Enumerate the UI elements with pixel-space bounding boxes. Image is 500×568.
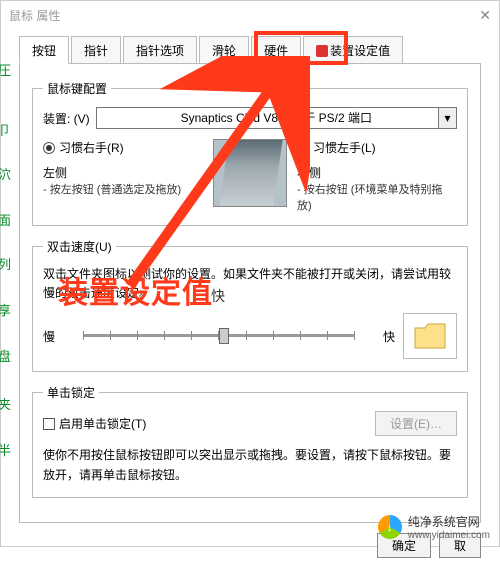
slider-thumb[interactable] [219, 328, 229, 344]
window-title: 鼠标 属性 [9, 7, 60, 24]
watermark-brand: 纯净系统官网 [408, 515, 480, 529]
slider-fast-label: 快 [383, 328, 395, 345]
clicklock-desc: 使你不用按住鼠标按钮即可以突出显示或拖拽。要设置，请按下鼠标按钮。要放开，请再单… [43, 446, 457, 484]
tab-label: 硬件 [264, 44, 288, 58]
left-side-title: 左侧 [43, 164, 203, 181]
tab-label: 装置设定值 [330, 44, 390, 58]
right-side-title: 右侧 [297, 164, 457, 181]
group-clicklock: 单击锁定 启用单击锁定(T) 设置(E)… 使你不用按住鼠标按钮即可以突出显示或… [32, 384, 468, 497]
synaptics-icon [316, 45, 328, 57]
tab-pointer[interactable]: 指针 [71, 36, 121, 64]
radio-icon [297, 142, 309, 154]
tab-label: 滑轮 [212, 44, 236, 58]
watermark-url: www.yidaimei.com [408, 530, 490, 541]
radio-label: 习惯右手(R) [59, 141, 124, 155]
doubleclick-slider[interactable]: 慢 快 [43, 320, 395, 352]
device-select[interactable]: Synaptics Cli d V8.1 位于 PS/2 端口 ▾ [96, 107, 457, 129]
watermark: 纯净系统官网 www.yidaimei.com [378, 513, 490, 541]
close-icon[interactable]: ✕ [479, 7, 491, 24]
radio-icon [43, 142, 55, 154]
doubleclick-test-folder-icon[interactable] [403, 313, 457, 359]
tab-label: 指针 [84, 44, 108, 58]
tab-label: 指针选项 [136, 44, 184, 58]
tab-device-settings[interactable]: 装置设定值 [303, 36, 403, 64]
device-value: Synaptics Cli d V8.1 位于 PS/2 端口 [181, 111, 372, 125]
radio-right-handed[interactable]: 习惯右手(R) [43, 139, 203, 156]
watermark-logo-icon [378, 515, 402, 539]
checkbox-label: 启用单击锁定(T) [59, 417, 146, 431]
left-side-desc: - 按左按钮 (普通选定及拖放) [43, 181, 203, 197]
tab-wheel[interactable]: 滑轮 [199, 36, 249, 64]
radio-left-handed[interactable]: 习惯左手(L) [297, 139, 457, 156]
tab-pointer-options[interactable]: 指针选项 [123, 36, 197, 64]
doubleclick-desc: 双击文件夹图标以测试你的设置。如果文件夹不能被打开或关闭，请尝试用较慢的双击速度… [43, 265, 457, 303]
radio-label: 习惯左手(L) [313, 141, 376, 155]
group-legend: 单击锁定 [43, 384, 99, 401]
tab-hardware[interactable]: 硬件 [251, 36, 301, 64]
clicklock-settings-button: 设置(E)… [375, 411, 457, 436]
tab-strip: 按钮 指针 指针选项 滑轮 硬件 装置设定值 [1, 35, 499, 63]
group-mouse-button-config: 鼠标键配置 装置: (V) Synaptics Cli d V8.1 位于 PS… [32, 80, 468, 226]
checkbox-icon [43, 418, 55, 430]
slider-slow-label: 慢 [43, 328, 55, 345]
checkbox-enable-clicklock[interactable]: 启用单击锁定(T) [43, 415, 146, 432]
tab-buttons[interactable]: 按钮 [19, 36, 69, 64]
right-side-desc: - 按右按钮 (环境菜单及特别拖放) [297, 181, 457, 213]
group-legend: 双击速度(U) [43, 238, 116, 255]
group-legend: 鼠标键配置 [43, 80, 111, 97]
device-label: 装置: (V) [43, 110, 90, 127]
mouse-preview-image [213, 139, 287, 207]
chevron-down-icon[interactable]: ▾ [438, 108, 456, 128]
tab-label: 按钮 [32, 44, 56, 58]
group-doubleclick-speed: 双击速度(U) 双击文件夹图标以测试你的设置。如果文件夹不能被打开或关闭，请尝试… [32, 238, 468, 372]
